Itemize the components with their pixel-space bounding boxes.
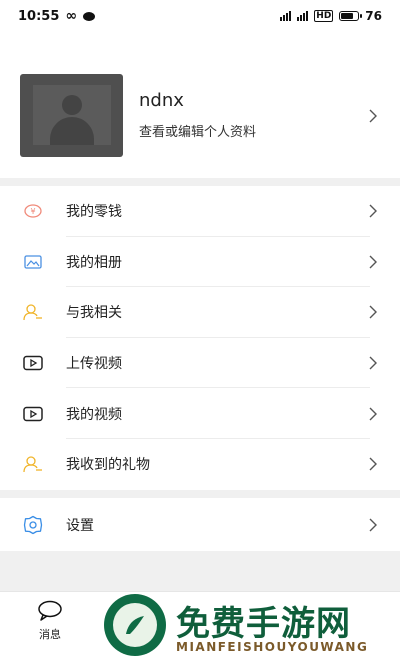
upload-video-icon — [22, 352, 44, 374]
chevron-right-icon — [369, 305, 377, 319]
chevron-right-icon — [369, 109, 377, 123]
default-avatar-icon — [32, 85, 111, 145]
menu-item-label: 我收到的礼物 — [66, 457, 150, 474]
menu-item-album[interactable]: 我的相册 — [0, 237, 400, 288]
settings-section: 设置 — [0, 498, 400, 551]
tab-3[interactable] — [200, 592, 300, 666]
tab-messages[interactable]: 消息 — [0, 592, 100, 666]
menu-item-label: 我的零钱 — [66, 204, 122, 221]
settings-label: 设置 — [66, 517, 94, 534]
empty-area — [0, 551, 400, 591]
tab-label: 消息 — [39, 628, 61, 641]
my-video-icon — [22, 403, 44, 425]
menu-item-label: 我的视频 — [66, 406, 122, 423]
menu-item-related[interactable]: 与我相关 — [0, 287, 400, 338]
chevron-right-icon — [369, 255, 377, 269]
chevron-right-icon — [369, 356, 377, 370]
signal-icon — [280, 11, 292, 21]
infinity-icon: ∞ — [65, 8, 78, 24]
photo-album-icon — [22, 251, 44, 273]
profile-name: ndnx — [139, 90, 184, 111]
chevron-right-icon — [369, 204, 377, 218]
menu-item-label: 上传视频 — [66, 356, 122, 373]
yuan-circle-icon: ¥ — [22, 200, 44, 222]
status-time: 10:55 — [18, 8, 60, 24]
profile-subtitle: 查看或编辑个人资料 — [139, 125, 257, 140]
menu-item-upload-video[interactable]: 上传视频 — [0, 338, 400, 389]
tab-4[interactable] — [300, 592, 400, 666]
avatar[interactable] — [20, 73, 123, 157]
signal-2-icon — [297, 11, 309, 21]
section-divider — [0, 490, 400, 498]
menu-list: ¥ 我的零钱 我的相册 与我相关 上传视频 我的视频 我收到的礼物 — [0, 186, 400, 490]
battery-level: 76 — [365, 9, 382, 23]
chevron-right-icon — [369, 518, 377, 531]
svg-text:¥: ¥ — [30, 207, 35, 216]
chevron-right-icon — [369, 407, 377, 421]
status-bar: 10:55 ∞ HD 76 — [0, 0, 400, 32]
profile-header[interactable]: ndnx 查看或编辑个人资料 — [0, 60, 400, 170]
menu-item-gifts[interactable]: 我收到的礼物 — [0, 439, 400, 490]
tab-2[interactable] — [100, 592, 200, 666]
gear-icon — [22, 514, 44, 536]
menu-item-label: 我的相册 — [66, 254, 122, 271]
chat-bubble-icon — [37, 600, 63, 622]
battery-icon — [339, 11, 363, 21]
menu-item-label: 与我相关 — [66, 305, 122, 322]
chevron-right-icon — [369, 457, 377, 471]
gift-received-icon — [22, 453, 44, 475]
section-divider — [0, 178, 400, 186]
menu-item-wallet[interactable]: ¥ 我的零钱 — [0, 186, 400, 237]
chat-notification-icon — [83, 11, 96, 21]
user-related-icon — [22, 301, 44, 323]
menu-item-my-video[interactable]: 我的视频 — [0, 388, 400, 439]
menu-item-settings[interactable]: 设置 — [0, 498, 400, 551]
bottom-tab-bar: 消息 — [0, 591, 400, 666]
hd-icon: HD — [314, 10, 334, 22]
